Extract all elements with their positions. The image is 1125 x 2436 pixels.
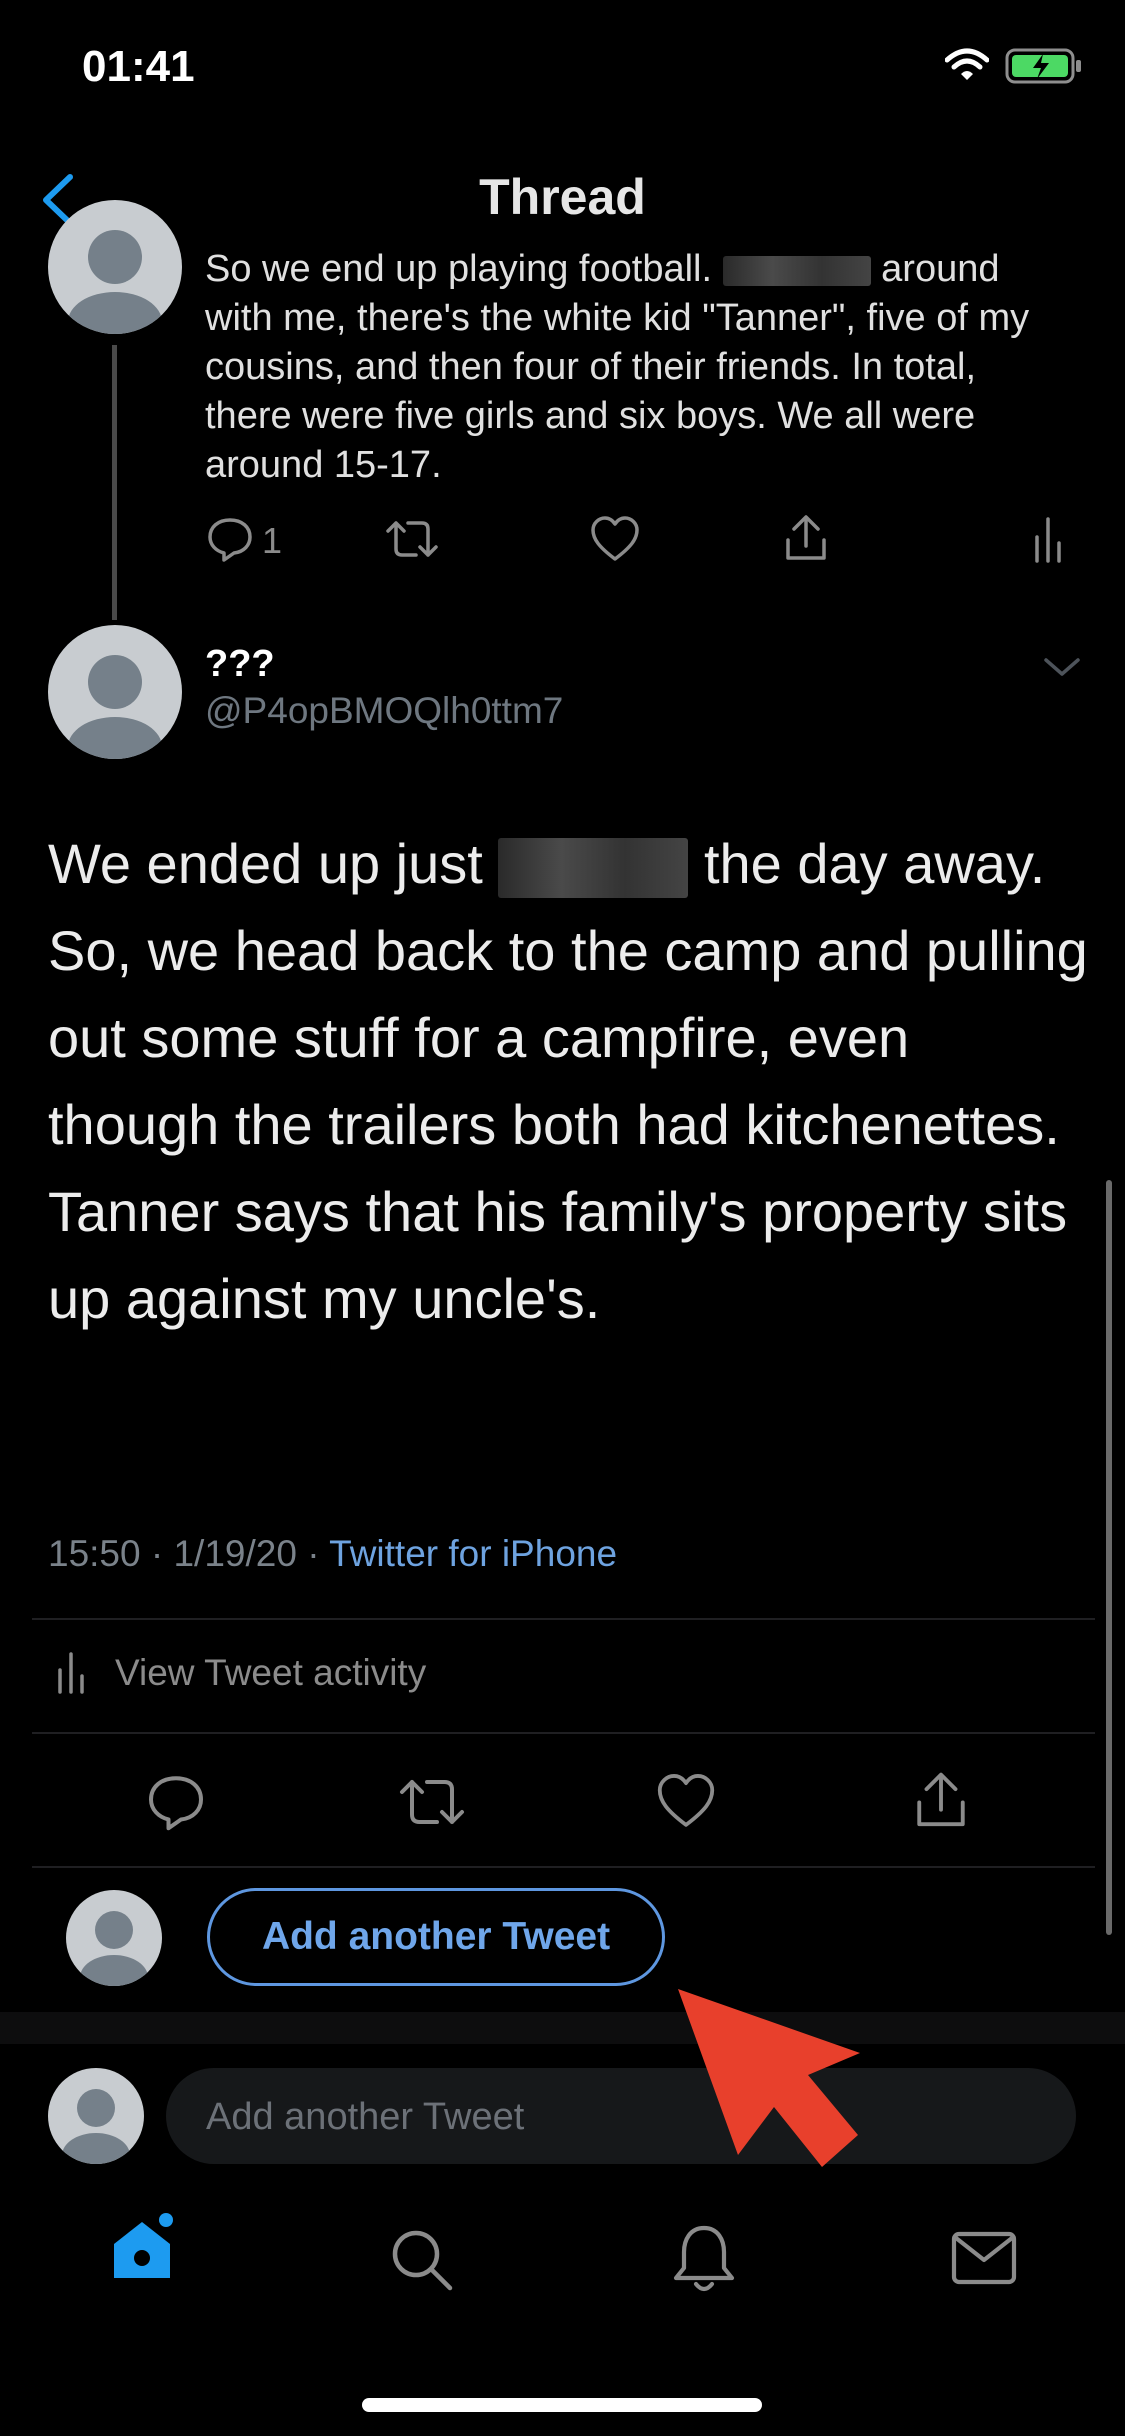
caret-down-icon[interactable] — [1040, 652, 1084, 682]
redacted-blur — [498, 838, 689, 899]
messages-icon[interactable] — [950, 2228, 1018, 2288]
scrollbar[interactable] — [1106, 1180, 1112, 1935]
battery-icon — [1005, 48, 1081, 84]
tweet-timestamp: 15:50 · 1/19/20 · — [48, 1533, 330, 1574]
stats-icon — [58, 1652, 84, 1694]
divider — [32, 1732, 1095, 1734]
section-separator — [0, 2012, 1125, 2044]
like-icon[interactable] — [655, 1772, 717, 1830]
prev-tweet-rest: with me, there's the white kid "Tanner",… — [205, 297, 1030, 486]
thread-line — [112, 345, 117, 620]
retweet-icon[interactable] — [397, 1772, 467, 1832]
compose-bar[interactable] — [166, 2068, 1076, 2166]
tweet-text-start: We ended up just — [48, 832, 483, 895]
prev-tweet-line1-start: So we end up playing football. — [205, 248, 713, 290]
stats-icon[interactable] — [1033, 515, 1063, 563]
add-another-tweet-button[interactable]: Add another Tweet — [207, 1888, 665, 1986]
current-user-avatar[interactable] — [66, 1890, 162, 1986]
notifications-icon[interactable] — [670, 2222, 738, 2296]
like-icon[interactable] — [589, 515, 641, 563]
reply-icon[interactable] — [146, 1772, 206, 1832]
page-title: Thread — [479, 169, 646, 225]
share-icon[interactable] — [912, 1768, 970, 1832]
search-icon[interactable] — [388, 2226, 456, 2294]
prev-tweet-text[interactable]: So we end up playing football. around wi… — [205, 245, 1065, 490]
author-name[interactable]: ??? — [205, 643, 275, 686]
activity-label: View Tweet activity — [115, 1652, 427, 1693]
share-icon[interactable] — [782, 512, 830, 564]
home-icon[interactable] — [108, 2210, 178, 2286]
tweet-source-link[interactable]: Twitter for iPhone — [329, 1533, 617, 1574]
prev-tweet-avatar[interactable] — [48, 200, 182, 334]
reply-icon[interactable] — [206, 515, 254, 563]
retweet-icon[interactable] — [384, 515, 440, 563]
author-handle[interactable]: @P4opBMOQlh0ttm7 — [205, 690, 563, 732]
reply-input[interactable] — [204, 2068, 1058, 2166]
divider — [32, 1866, 1095, 1868]
tweet-text-rest: the day away. So, we head back to the ca… — [48, 832, 1088, 1330]
prev-tweet-line1-end: around — [881, 248, 1000, 290]
status-time: 01:41 — [82, 42, 195, 91]
tweet-meta: 15:50 · 1/19/20 · Twitter for iPhone — [48, 1533, 617, 1575]
compose-avatar[interactable] — [48, 2068, 144, 2164]
divider — [32, 1618, 1095, 1620]
redacted-blur — [722, 255, 871, 286]
tweet-text: We ended up just the day away. So, we he… — [48, 820, 1088, 1342]
reply-count: 1 — [262, 520, 283, 561]
tweet-author-avatar[interactable] — [48, 625, 182, 759]
annotation-arrow — [678, 1989, 860, 2167]
home-indicator[interactable] — [362, 2398, 762, 2412]
wifi-icon — [945, 48, 989, 80]
